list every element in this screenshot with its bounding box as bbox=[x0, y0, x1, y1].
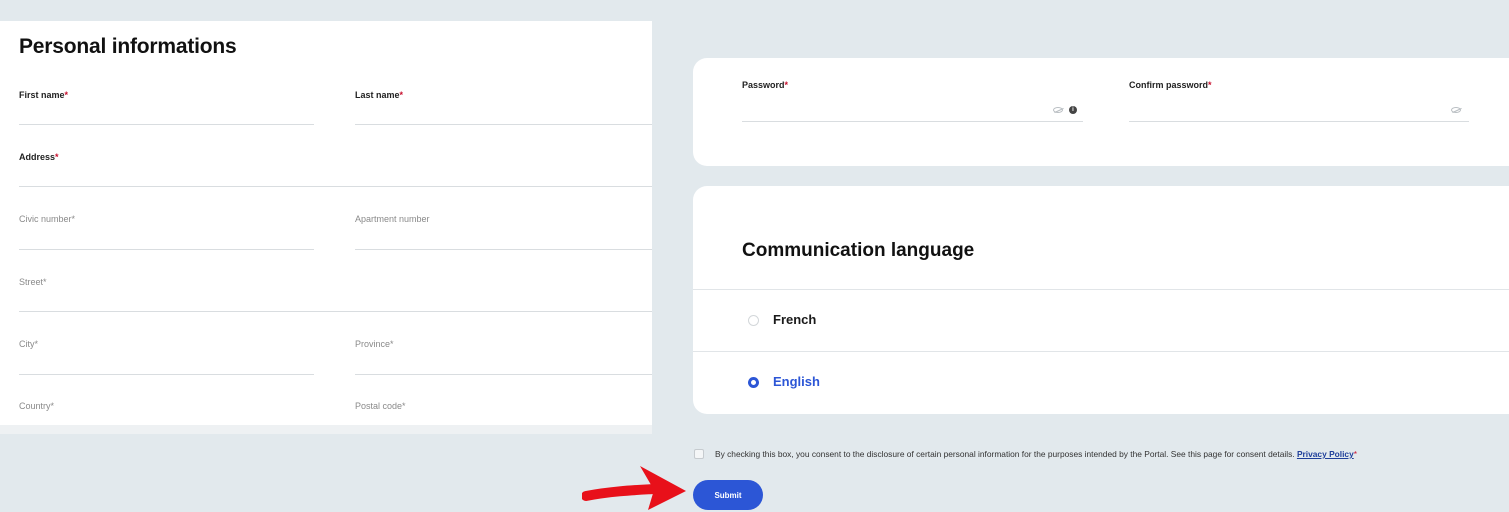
red-arrow-annotation bbox=[582, 466, 686, 510]
apartment-number-input[interactable] bbox=[355, 228, 652, 246]
language-card: Communication language French English bbox=[693, 186, 1509, 414]
civic-number-input[interactable] bbox=[19, 228, 314, 246]
postal-code-input[interactable] bbox=[355, 415, 652, 425]
card-bottom-edge bbox=[0, 425, 652, 434]
first-name-field[interactable]: First name* bbox=[19, 90, 314, 125]
privacy-policy-link[interactable]: Privacy Policy bbox=[1297, 449, 1354, 459]
province-label: Province* bbox=[355, 339, 394, 349]
password-field[interactable]: Password* i bbox=[742, 80, 1083, 122]
country-field[interactable]: Country* bbox=[19, 401, 314, 425]
address-label: Address* bbox=[19, 152, 59, 162]
city-label: City* bbox=[19, 339, 39, 349]
info-icon[interactable]: i bbox=[1069, 106, 1077, 114]
province-input[interactable] bbox=[355, 353, 652, 371]
submit-button[interactable]: Submit bbox=[693, 480, 763, 510]
consent-text: By checking this box, you consent to the… bbox=[715, 449, 1358, 459]
country-input[interactable] bbox=[19, 415, 314, 425]
personal-info-title: Personal informations bbox=[19, 35, 237, 58]
personal-info-card: Personal informations First name* Last n… bbox=[0, 21, 652, 434]
city-field[interactable]: City* bbox=[19, 339, 314, 375]
confirm-password-field[interactable]: Confirm password* bbox=[1129, 80, 1469, 122]
street-label: Street* bbox=[19, 277, 47, 287]
civic-number-field[interactable]: Civic number* bbox=[19, 214, 314, 250]
radio-english[interactable] bbox=[748, 377, 759, 388]
city-input[interactable] bbox=[19, 353, 314, 371]
consent-checkbox[interactable] bbox=[694, 449, 704, 459]
password-label: Password* bbox=[742, 80, 789, 90]
radio-label-english: English bbox=[773, 374, 820, 389]
street-field[interactable]: Street* bbox=[19, 277, 652, 313]
password-card: Password* i Confirm password* bbox=[693, 58, 1509, 166]
province-field[interactable]: Province* bbox=[355, 339, 652, 375]
eye-off-icon[interactable] bbox=[1451, 107, 1461, 113]
postal-code-label: Postal code* bbox=[355, 401, 406, 411]
address-field[interactable]: Address* bbox=[19, 152, 652, 188]
first-name-label: First name* bbox=[19, 90, 69, 100]
last-name-input[interactable] bbox=[355, 104, 652, 122]
language-title: Communication language bbox=[742, 240, 975, 261]
radio-label-french: French bbox=[773, 312, 817, 327]
street-input[interactable] bbox=[19, 291, 652, 309]
password-input[interactable] bbox=[742, 100, 1043, 118]
last-name-field[interactable]: Last name* bbox=[355, 90, 652, 125]
language-option-english[interactable]: English bbox=[693, 352, 1509, 412]
apartment-number-field[interactable]: Apartment number bbox=[355, 214, 652, 250]
confirm-password-input[interactable] bbox=[1129, 100, 1439, 118]
last-name-label: Last name* bbox=[355, 90, 404, 100]
radio-french[interactable] bbox=[748, 315, 759, 326]
language-option-french[interactable]: French bbox=[693, 290, 1509, 350]
first-name-input[interactable] bbox=[19, 104, 314, 122]
confirm-password-label: Confirm password* bbox=[1129, 80, 1212, 90]
apartment-number-label: Apartment number bbox=[355, 214, 430, 224]
country-label: Country* bbox=[19, 401, 55, 411]
postal-code-field[interactable]: Postal code* bbox=[355, 401, 652, 425]
address-input[interactable] bbox=[19, 166, 652, 184]
civic-number-label: Civic number* bbox=[19, 214, 76, 224]
consent-row: By checking this box, you consent to the… bbox=[694, 447, 1357, 461]
eye-off-icon[interactable] bbox=[1053, 107, 1063, 113]
